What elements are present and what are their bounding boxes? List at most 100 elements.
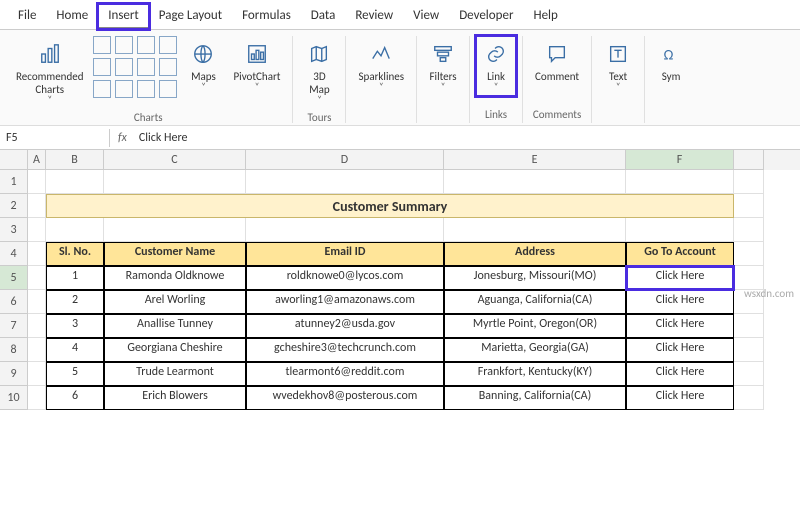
group-comments: Comment Comments <box>523 36 592 123</box>
title-cell[interactable]: Customer Summary <box>46 194 734 218</box>
col-C[interactable]: C <box>104 150 246 170</box>
th-addr[interactable]: Address <box>444 242 626 266</box>
group-sparklines: Sparklines <box>346 36 417 123</box>
group-symbols-label <box>670 106 673 123</box>
text-label: Text <box>609 70 627 83</box>
col-E[interactable]: E <box>444 150 626 170</box>
tab-file[interactable]: File <box>8 4 46 29</box>
row-9[interactable]: 9 <box>0 362 28 386</box>
tab-help[interactable]: Help <box>523 4 567 29</box>
column-headers: A B C D E F <box>0 150 800 170</box>
comment-label: Comment <box>535 70 579 83</box>
select-all-corner[interactable] <box>0 150 28 170</box>
tab-developer[interactable]: Developer <box>449 4 523 29</box>
group-links: Link Links <box>470 36 523 123</box>
group-text: Text <box>592 36 645 123</box>
comment-button[interactable]: Comment <box>529 36 585 87</box>
name-box[interactable]: F5 <box>0 129 110 147</box>
link-label: Link <box>487 70 505 83</box>
tab-review[interactable]: Review <box>345 4 403 29</box>
ribbon-content: Recommended Charts Maps PivotChart Chart… <box>0 30 800 126</box>
pivotchart-label: PivotChart <box>233 70 280 83</box>
3dmap-button[interactable]: 3D Map <box>299 36 339 109</box>
col-G[interactable] <box>734 150 764 170</box>
row-2[interactable]: 2 <box>0 194 28 218</box>
group-filters-label <box>442 106 445 123</box>
table-row: 3 Anallise Tunney atunney2@usda.gov Myrt… <box>28 314 800 338</box>
col-D[interactable]: D <box>246 150 444 170</box>
sparklines-button[interactable]: Sparklines <box>352 36 410 96</box>
filters-button[interactable]: Filters <box>423 36 463 96</box>
recommended-charts-label: Recommended Charts <box>16 70 83 96</box>
link-button[interactable]: Link <box>476 36 516 96</box>
row-4[interactable]: 4 <box>0 242 28 266</box>
tab-insert[interactable]: Insert <box>98 4 149 29</box>
formula-bar: F5 fx Click Here <box>0 126 800 150</box>
row-1[interactable]: 1 <box>0 170 28 194</box>
group-tours: 3D Map Tours <box>293 36 346 123</box>
row-7[interactable]: 7 <box>0 314 28 338</box>
row-6[interactable]: 6 <box>0 290 28 314</box>
group-tours-label: Tours <box>308 109 332 126</box>
cell-grid[interactable]: Customer Summary Sl. No. Customer Name E… <box>28 170 800 410</box>
pivotchart-icon <box>243 40 271 68</box>
group-filters: Filters <box>417 36 470 123</box>
link-icon <box>482 40 510 68</box>
th-email[interactable]: Email ID <box>246 242 444 266</box>
symbols-icon: Ω <box>657 40 685 68</box>
tab-formulas[interactable]: Formulas <box>232 4 301 29</box>
text-icon <box>604 40 632 68</box>
col-A[interactable]: A <box>28 150 46 170</box>
fx-icon[interactable]: fx <box>110 131 135 145</box>
group-sparklines-label <box>380 106 383 123</box>
table-row: 2 Arel Worling aworling1@amazonaws.com A… <box>28 290 800 314</box>
tab-page-layout[interactable]: Page Layout <box>149 4 232 29</box>
row-10[interactable]: 10 <box>0 386 28 410</box>
th-slno[interactable]: Sl. No. <box>46 242 104 266</box>
row-3[interactable]: 3 <box>0 218 28 242</box>
group-charts: Recommended Charts Maps PivotChart Chart… <box>4 36 293 123</box>
group-charts-label: Charts <box>134 109 163 126</box>
worksheet: A B C D E F 1 2 3 4 5 6 7 8 9 10 Custome… <box>0 150 800 410</box>
col-B[interactable]: B <box>46 150 104 170</box>
recommended-charts-button[interactable]: Recommended Charts <box>10 36 89 109</box>
table-row: 6 Erich Blowers wvedekhov8@posterous.com… <box>28 386 800 410</box>
text-button[interactable]: Text <box>598 36 638 96</box>
row-8[interactable]: 8 <box>0 338 28 362</box>
pivotchart-button[interactable]: PivotChart <box>227 36 286 96</box>
group-text-label <box>617 106 620 123</box>
row-5[interactable]: 5 <box>0 266 28 290</box>
maps-button[interactable]: Maps <box>183 36 223 96</box>
symbols-button[interactable]: Ω Sym <box>651 36 691 87</box>
watermark: wsxdn.com <box>744 287 794 300</box>
group-symbols: Ω Sym <box>645 36 697 123</box>
tab-view[interactable]: View <box>403 4 449 29</box>
tab-data[interactable]: Data <box>301 4 346 29</box>
table-row: 4 Georgiana Cheshire gcheshire3@techcrun… <box>28 338 800 362</box>
tab-home[interactable]: Home <box>46 4 98 29</box>
ribbon-tabs: File Home Insert Page Layout Formulas Da… <box>0 0 800 30</box>
th-name[interactable]: Customer Name <box>104 242 246 266</box>
th-goto[interactable]: Go To Account <box>626 242 734 266</box>
svg-text:Ω: Ω <box>664 46 674 64</box>
chart-type-gallery[interactable] <box>93 36 179 100</box>
cell-F5[interactable]: Click Here <box>626 266 734 290</box>
3dmap-label: 3D Map <box>309 70 329 96</box>
chart-icon <box>36 40 64 68</box>
sparklines-icon <box>367 40 395 68</box>
globe-icon <box>189 40 217 68</box>
col-F[interactable]: F <box>626 150 734 170</box>
symbols-label: Sym <box>662 70 681 83</box>
3dmap-icon <box>305 40 333 68</box>
filter-icon <box>429 40 457 68</box>
formula-content[interactable]: Click Here <box>135 129 800 147</box>
maps-label: Maps <box>191 70 216 83</box>
row-headers: 1 2 3 4 5 6 7 8 9 10 <box>0 170 28 410</box>
table-row: 5 Trude Learmont tlearmont6@reddit.com F… <box>28 362 800 386</box>
group-links-label: Links <box>485 106 507 123</box>
sparklines-label: Sparklines <box>358 70 404 83</box>
table-row: 1 Ramonda Oldknowe roldknowe0@lycos.com … <box>28 266 800 290</box>
filters-label: Filters <box>429 70 456 83</box>
group-comments-label: Comments <box>533 106 581 123</box>
comment-icon <box>543 40 571 68</box>
